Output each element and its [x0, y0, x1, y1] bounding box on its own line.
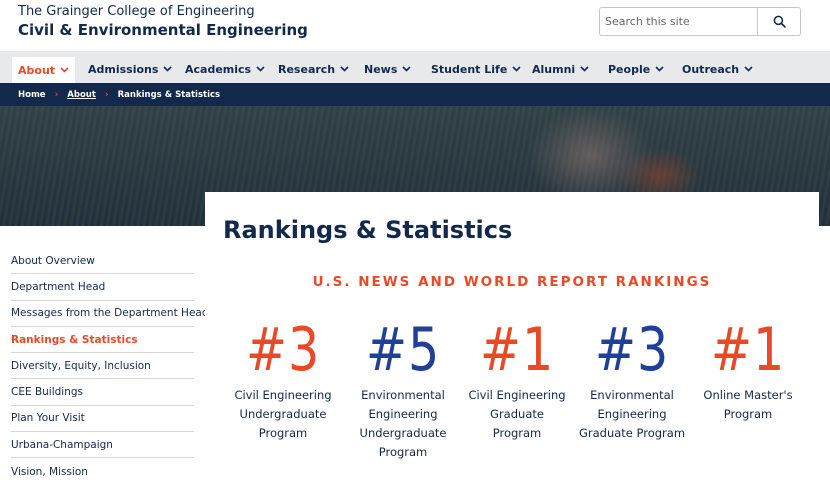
ranking-number: #3	[594, 315, 670, 385]
breadcrumb-chevron-icon: ›	[54, 89, 59, 100]
nav-item-label: News	[364, 62, 398, 76]
ranking-item: #5 Environmental Engineering Undergradua…	[345, 316, 461, 462]
nav-item-label: Research	[278, 62, 336, 76]
nav-item-label: Alumni	[532, 62, 576, 76]
nav-item-research[interactable]: Research	[278, 56, 349, 82]
ranking-label-line: Program	[492, 426, 542, 440]
nav-item-outreach[interactable]: Outreach	[682, 56, 753, 82]
ranking-label-line: Program	[378, 445, 428, 459]
ranking-number: #5	[365, 315, 441, 385]
ranking-label-line: Civil Engineering	[234, 388, 332, 402]
sidebar-item-about-overview[interactable]: About Overview	[11, 248, 194, 275]
ranking-label: Civil Engineering Undergraduate Program	[225, 386, 341, 443]
rankings-heading: U.S. NEWS AND WORLD REPORT RANKINGS	[312, 274, 712, 290]
sidebar-item-buildings[interactable]: CEE Buildings	[11, 379, 194, 406]
department-name[interactable]: Civil & Environmental Engineering	[18, 21, 308, 39]
ranking-label: Environmental Engineering Graduate Progr…	[574, 386, 690, 443]
ranking-label: Environmental Engineering Undergraduate …	[345, 386, 461, 462]
sidebar-item-vision-mission[interactable]: Vision, Mission	[11, 458, 194, 482]
chevron-down-icon	[655, 66, 664, 72]
sidebar-item-plan-visit[interactable]: Plan Your Visit	[11, 406, 194, 433]
ranking-item: #3 Environmental Engineering Graduate Pr…	[574, 316, 690, 443]
main-content: Rankings & Statistics U.S. NEWS AND WORL…	[205, 192, 819, 482]
ranking-label-line: Civil Engineering	[468, 388, 566, 402]
ranking-item: #3 Civil Engineering Undergraduate Progr…	[225, 316, 341, 443]
ranking-number: #1	[710, 315, 786, 385]
breadcrumb-about[interactable]: About	[67, 90, 96, 100]
search-input[interactable]	[600, 8, 758, 35]
chevron-down-icon	[744, 66, 753, 72]
page-title: Rankings & Statistics	[223, 216, 513, 244]
chevron-down-icon	[60, 67, 69, 73]
nav-item-label: Outreach	[682, 62, 740, 76]
breadcrumb: Home › About › Rankings & Statistics	[0, 83, 830, 106]
chevron-down-icon	[512, 66, 521, 72]
chevron-down-icon	[340, 66, 349, 72]
chevron-down-icon	[163, 66, 172, 72]
chevron-down-icon	[256, 66, 265, 72]
ranking-label-line: Undergraduate	[239, 407, 327, 421]
sidebar-item-messages[interactable]: Messages from the Department Head	[11, 301, 209, 327]
nav-item-news[interactable]: News	[364, 56, 411, 82]
ranking-label-line: Program	[258, 426, 308, 440]
ranking-label-line: Environmental	[361, 388, 445, 402]
sidebar-item-diversity[interactable]: Diversity, Equity, Inclusion	[11, 353, 194, 380]
sidebar-item-urbana-champaign[interactable]: Urbana-Champaign	[11, 432, 194, 459]
ranking-label-line: Engineering	[597, 407, 667, 421]
nav-item-alumni[interactable]: Alumni	[532, 56, 589, 82]
nav-item-label: Admissions	[88, 62, 159, 76]
ranking-label-line: Graduate Program	[578, 426, 686, 440]
ranking-label-line: Engineering	[368, 407, 438, 421]
college-name[interactable]: The Grainger College of Engineering	[18, 4, 255, 19]
nav-item-about[interactable]: About	[12, 57, 76, 83]
nav-item-label: About	[18, 63, 56, 77]
sidebar-item-rankings[interactable]: Rankings & Statistics	[11, 327, 194, 354]
nav-item-people[interactable]: People	[608, 56, 664, 82]
sidebar-item-department-head[interactable]: Department Head	[11, 274, 194, 301]
ranking-label-line: Graduate	[490, 407, 544, 421]
chevron-down-icon	[402, 66, 411, 72]
search-box	[599, 7, 801, 36]
nav-item-student-life[interactable]: Student Life	[431, 56, 521, 82]
breadcrumb-current: Rankings & Statistics	[117, 89, 221, 100]
search-icon	[773, 15, 786, 28]
search-button[interactable]	[758, 8, 800, 35]
nav-item-academics[interactable]: Academics	[185, 56, 265, 82]
ranking-label-line: Online Master's	[703, 388, 793, 402]
ranking-number: #1	[479, 315, 555, 385]
breadcrumb-home[interactable]: Home	[18, 90, 46, 100]
ranking-label-line: Undergraduate	[359, 426, 447, 440]
nav-item-label: People	[608, 62, 651, 76]
breadcrumb-chevron-icon: ›	[104, 89, 109, 100]
site-header: The Grainger College of Engineering Civi…	[0, 0, 830, 50]
ranking-item: #1 Online Master's Program	[690, 316, 806, 424]
nav-item-label: Student Life	[431, 62, 508, 76]
ranking-label: Civil Engineering Graduate Program	[459, 386, 575, 443]
main-nav: About Admissions Academics Research News…	[0, 51, 830, 83]
nav-item-admissions[interactable]: Admissions	[88, 56, 172, 82]
sidebar-nav: About Overview Department Head Messages …	[11, 248, 209, 482]
ranking-item: #1 Civil Engineering Graduate Program	[459, 316, 575, 443]
nav-item-label: Academics	[185, 62, 252, 76]
chevron-down-icon	[580, 66, 589, 72]
ranking-label-line: Program	[723, 407, 773, 421]
ranking-number: #3	[245, 315, 321, 385]
ranking-label-line: Environmental	[590, 388, 674, 402]
ranking-label: Online Master's Program	[690, 386, 806, 424]
